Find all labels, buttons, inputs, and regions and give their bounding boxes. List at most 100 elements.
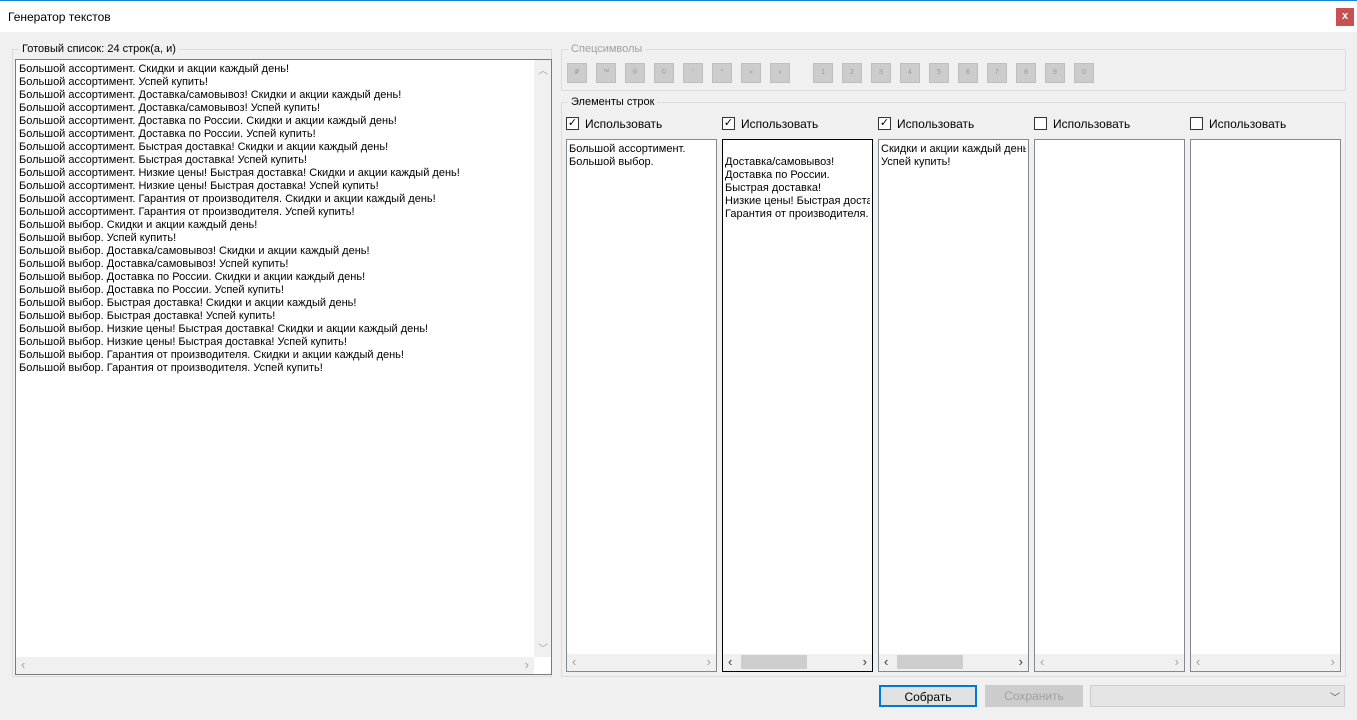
special-symbol-button[interactable]: 3 [871,63,891,83]
elements-list[interactable]: Доставка/самовывоз! Доставка по России. Бы… [722,139,873,672]
use-checkbox-label[interactable]: Использовать [1053,117,1130,131]
special-symbol-button[interactable]: 4 [900,63,920,83]
horizontal-scrollbar[interactable]: ‹ › [879,654,1028,671]
use-checkbox-label[interactable]: Использовать [1209,117,1286,131]
element-line: Доставка по России. [725,169,830,181]
special-symbol-button[interactable]: 7 [987,63,1007,83]
chevron-down-icon: ﹀ [1330,693,1340,704]
scroll-left-icon[interactable]: ‹ [884,654,888,669]
scroll-right-icon[interactable]: › [525,657,529,672]
scroll-left-icon[interactable]: ‹ [1040,654,1044,669]
result-line: Большой выбор. Скидки и акции каждый ден… [19,219,258,231]
special-symbol-button[interactable]: 0 [1074,63,1094,83]
use-checkbox[interactable]: ✓ [566,117,579,130]
horizontal-scrollbar[interactable]: ‹ › [1191,654,1340,671]
use-checkbox[interactable] [1034,117,1047,130]
scroll-right-icon[interactable]: › [1019,654,1023,669]
result-line: Большой ассортимент. Скидки и акции кажд… [19,63,290,75]
elements-list[interactable]: Скидки и акции каждый день! Успей купить!… [878,139,1029,672]
special-symbol-button[interactable]: 5 [929,63,949,83]
result-line: Большой ассортимент. Доставка по России.… [19,115,397,127]
horizontal-scrollbar[interactable]: ‹ › [16,657,534,674]
scroll-right-icon[interactable]: › [1175,654,1179,669]
elements-label: Элементы строк [568,96,658,108]
special-symbol-button[interactable]: ° [712,63,732,83]
special-symbol-button[interactable]: 2 [842,63,862,83]
result-line: Большой выбор. Низкие цены! Быстрая дост… [19,336,347,348]
result-line: Большой выбор. Гарантия от производителя… [19,349,404,361]
element-line: Низкие цены! Быстрая доставка! [725,195,870,207]
window-title: Генератор текстов [8,10,111,24]
scroll-thumb[interactable] [741,655,807,669]
elements-list[interactable]: ‹ › [1034,139,1185,672]
scroll-left-icon[interactable]: ‹ [728,654,732,669]
scroll-left-icon[interactable]: ‹ [21,657,25,672]
result-line: Большой выбор. Гарантия от производителя… [19,362,323,374]
close-button[interactable]: x [1336,8,1354,26]
result-line: Большой ассортимент. Низкие цены! Быстра… [19,180,379,192]
result-line: Большой выбор. Низкие цены! Быстрая дост… [19,323,429,335]
elements-list[interactable]: ‹ › [1190,139,1341,672]
element-line: Быстрая доставка! [725,182,822,194]
scroll-left-icon[interactable]: ‹ [1196,654,1200,669]
result-label: Готовый список: 24 строк(а, и) [19,43,179,55]
result-line: Большой ассортимент. Успей купить! [19,76,208,88]
vertical-scrollbar[interactable]: ︿ ﹀ [534,60,551,657]
horizontal-scrollbar[interactable]: ‹ › [1035,654,1184,671]
save-button[interactable]: Сохранить [985,685,1083,707]
build-button[interactable]: Собрать [879,685,977,707]
scroll-right-icon[interactable]: › [707,654,711,669]
special-symbol-button[interactable]: ₽ [567,63,587,83]
result-line: Большой ассортимент. Гарантия от произво… [19,206,355,218]
result-line: Большой ассортимент. Гарантия от произво… [19,193,436,205]
element-line: Большой ассортимент. [569,143,686,155]
scroll-right-icon[interactable]: › [1331,654,1335,669]
scroll-up-icon[interactable]: ︿ [538,62,548,77]
result-textarea[interactable]: Большой ассортимент. Скидки и акции кажд… [15,59,552,675]
title-bar: Генератор текстов x [0,0,1357,32]
use-checkbox[interactable] [1190,117,1203,130]
special-symbol-button[interactable]: « [741,63,761,83]
use-checkbox-label[interactable]: Использовать [585,117,662,131]
result-line: Большой выбор. Доставка по России. Успей… [19,284,284,296]
result-line: Большой выбор. Быстрая доставка! Успей к… [19,310,276,322]
output-select[interactable]: ﹀ [1090,685,1345,707]
special-symbols-label: Спецсимволы [568,43,646,55]
use-checkbox[interactable]: ✓ [722,117,735,130]
special-symbol-button[interactable]: 8 [1016,63,1036,83]
special-symbols-group: Спецсимволы ₽ ™ ® © ' ° « » 1 2 3 4 5 6 7 8 9 0 [561,43,1346,91]
scroll-down-icon[interactable]: ﹀ [538,640,548,655]
horizontal-scrollbar[interactable]: ‹ › [567,654,716,671]
result-line: Большой выбор. Успей купить! [19,232,177,244]
scroll-thumb[interactable] [897,655,963,669]
result-line: Большой ассортимент. Доставка по России.… [19,128,316,140]
result-line: Большой ассортимент. Доставка/самовывоз!… [19,102,321,114]
special-symbol-button[interactable]: 6 [958,63,978,83]
special-symbol-button[interactable]: 9 [1045,63,1065,83]
result-line: Большой ассортимент. Быстрая доставка! С… [19,141,389,153]
special-symbol-button[interactable]: © [654,63,674,83]
result-line: Большой ассортимент. Доставка/самовывоз!… [19,89,402,101]
result-line: Большой ассортимент. Низкие цены! Быстра… [19,167,460,179]
special-symbol-button[interactable]: ' [683,63,703,83]
element-line [725,143,870,156]
result-line: Большой выбор. Доставка/самовывоз! Скидк… [19,245,370,257]
element-line: Гарантия от производителя. [725,208,869,220]
use-checkbox[interactable]: ✓ [878,117,891,130]
result-line: Большой выбор. Быстрая доставка! Скидки … [19,297,357,309]
special-symbol-button[interactable]: » [770,63,790,83]
scroll-right-icon[interactable]: › [863,654,867,669]
element-line: Большой выбор. [569,156,654,168]
result-line: Большой выбор. Доставка/самовывоз! Успей… [19,258,289,270]
elements-list[interactable]: Большой ассортимент. Большой выбор. ‹ › [566,139,717,672]
special-symbol-button[interactable]: 1 [813,63,833,83]
use-checkbox-label[interactable]: Использовать [897,117,974,131]
special-symbol-button[interactable]: ™ [596,63,616,83]
element-line: Доставка/самовывоз! [725,156,835,168]
scroll-left-icon[interactable]: ‹ [572,654,576,669]
horizontal-scrollbar[interactable]: ‹ › [723,654,872,671]
special-symbol-button[interactable]: ® [625,63,645,83]
use-checkbox-label[interactable]: Использовать [741,117,818,131]
result-line: Большой ассортимент. Быстрая доставка! У… [19,154,307,166]
element-line: Скидки и акции каждый день! [881,143,1026,155]
